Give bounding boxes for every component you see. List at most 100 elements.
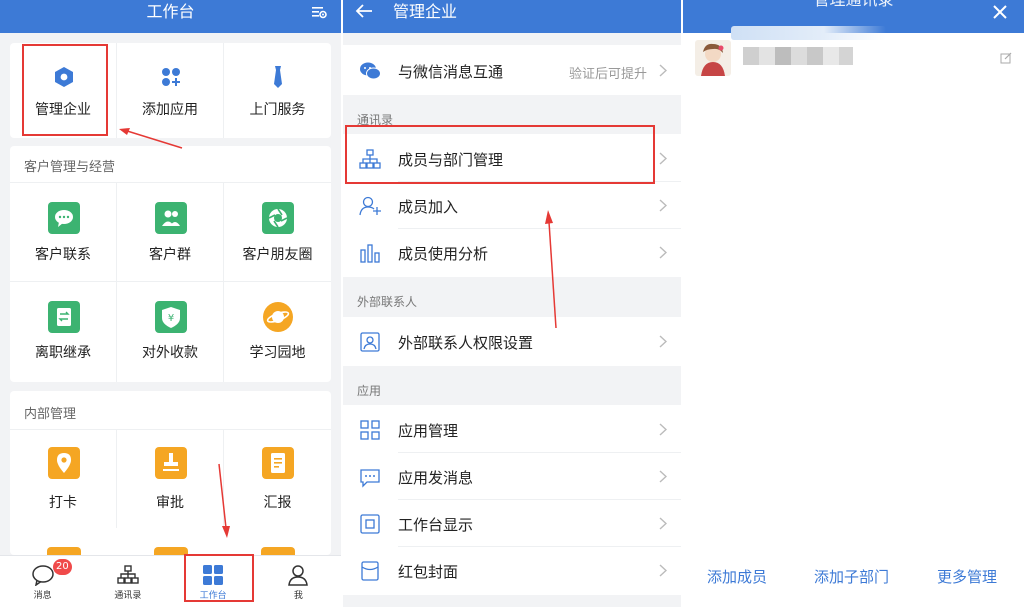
nav-label: 我 xyxy=(293,591,303,601)
red-packet-cover-item[interactable]: 红包封面 xyxy=(343,547,681,594)
org-chart-icon xyxy=(117,565,139,584)
page-title: 管理通讯录 xyxy=(683,0,1024,10)
apps-add-icon xyxy=(162,68,180,86)
settings-icon[interactable] xyxy=(311,4,327,20)
chat-bubble-icon xyxy=(48,202,80,234)
learning-garden-label: 学习园地 xyxy=(249,345,306,361)
blurred-region xyxy=(731,26,886,40)
external-permission-item[interactable]: 外部联系人权限设置 xyxy=(343,318,681,365)
planet-icon xyxy=(263,302,293,332)
partial-app-icon xyxy=(261,547,295,555)
clock-in-label: 打卡 xyxy=(49,495,77,511)
tie-icon xyxy=(274,66,282,88)
partial-app-icon xyxy=(154,547,188,555)
approval-label: 审批 xyxy=(156,495,184,511)
resign-inherit-button[interactable]: 离职继承 xyxy=(10,282,117,382)
item-label: 与微信消息互通 xyxy=(398,63,504,81)
customer-management-card: 客户管理与经营 客户联系 客户群 客户朋友圈 离职继承 ¥ 对外收款 学习园地 xyxy=(10,146,331,382)
svg-text:¥: ¥ xyxy=(168,313,174,324)
highlight-box xyxy=(345,125,655,184)
group-label: 外部联系人 xyxy=(357,295,418,309)
onsite-service-button[interactable]: 上门服务 xyxy=(224,43,331,138)
add-sub-department-button[interactable]: 添加子部门 xyxy=(814,566,889,587)
apps-group: 应用管理 应用发消息 工作台显示 红包封面 xyxy=(343,405,681,595)
member-join-item[interactable]: 成员加入 xyxy=(343,182,681,229)
chevron-right-icon xyxy=(659,470,667,483)
add-app-button[interactable]: 添加应用 xyxy=(117,43,224,138)
highlight-box xyxy=(184,554,254,602)
page-title: 工作台 xyxy=(146,2,195,21)
add-member-button[interactable]: 添加成员 xyxy=(707,566,767,587)
chevron-right-icon xyxy=(659,564,667,577)
stamp-icon xyxy=(155,447,187,479)
person-icon xyxy=(288,565,309,586)
page-title: 管理企业 xyxy=(393,2,458,21)
customer-contact-button[interactable]: 客户联系 xyxy=(10,183,117,281)
customer-moments-button[interactable]: 客户朋友圈 xyxy=(224,183,331,281)
manage-enterprise-panel: 管理企业 与微信消息互通 验证后可提升 通讯录 成员与部门管理 成员加入 成员使… xyxy=(343,0,681,607)
nav-contacts[interactable]: 通讯录 xyxy=(85,556,170,607)
nav-me[interactable]: 我 xyxy=(256,556,341,607)
bar-chart-icon xyxy=(360,244,380,263)
item-label: 应用管理 xyxy=(398,422,459,440)
item-label: 成员使用分析 xyxy=(398,245,489,263)
chevron-right-icon xyxy=(659,246,667,259)
add-app-label: 添加应用 xyxy=(142,102,198,118)
item-label: 工作台显示 xyxy=(398,516,474,534)
customer-group-label: 客户群 xyxy=(149,247,191,263)
manage-contacts-panel: 管理通讯录 添加成员 添加子部门 更多管理 xyxy=(683,0,1024,607)
group-icon xyxy=(155,202,187,234)
workbench-display-item[interactable]: 工作台显示 xyxy=(343,500,681,547)
external-payment-button[interactable]: ¥ 对外收款 xyxy=(117,282,224,382)
section-title: 客户管理与经营 xyxy=(24,160,116,175)
wechat-interop-item[interactable]: 与微信消息互通 验证后可提升 xyxy=(343,47,681,94)
bottom-actions: 添加成员 添加子部门 更多管理 xyxy=(683,566,1024,592)
blurred-name xyxy=(743,47,853,65)
close-icon[interactable] xyxy=(992,4,1008,20)
approval-button[interactable]: 审批 xyxy=(117,430,224,528)
internal-management-card: 内部管理 打卡 审批 汇报 xyxy=(10,391,331,555)
report-doc-icon xyxy=(262,447,294,479)
learning-garden-button[interactable]: 学习园地 xyxy=(224,282,331,382)
message-dots-icon xyxy=(360,469,380,488)
item-hint: 验证后可提升 xyxy=(568,67,647,82)
chevron-right-icon xyxy=(659,152,667,165)
chevron-right-icon xyxy=(659,517,667,530)
workbench-panel: 工作台 管理企业 添加应用 上门服务 客户管理与经营 客户联系 客户群 客户朋友… xyxy=(0,0,341,607)
edit-icon[interactable] xyxy=(1000,52,1012,64)
chevron-right-icon xyxy=(659,423,667,436)
window-icon xyxy=(360,514,380,534)
nav-messages[interactable]: 20 消息 xyxy=(0,556,85,607)
report-label: 汇报 xyxy=(263,495,292,511)
onsite-service-label: 上门服务 xyxy=(249,102,306,118)
section-title: 内部管理 xyxy=(24,407,77,422)
message-icon xyxy=(31,565,54,586)
partial-app-icon xyxy=(47,547,81,555)
nav-label: 消息 xyxy=(33,591,52,601)
app-message-item[interactable]: 应用发消息 xyxy=(343,453,681,500)
add-person-icon xyxy=(359,196,381,216)
chevron-right-icon xyxy=(659,199,667,212)
member-usage-analysis-item[interactable]: 成员使用分析 xyxy=(343,229,681,276)
report-button[interactable]: 汇报 xyxy=(224,430,331,528)
four-squares-icon xyxy=(360,420,380,440)
aperture-icon xyxy=(262,202,294,234)
workbench-header: 工作台 xyxy=(0,0,341,33)
bottom-nav: 20 消息 通讯录 工作台 我 xyxy=(0,555,341,607)
clock-in-button[interactable]: 打卡 xyxy=(10,430,117,528)
back-arrow-icon[interactable] xyxy=(355,3,373,19)
customer-group-button[interactable]: 客户群 xyxy=(117,183,224,281)
more-management-button[interactable]: 更多管理 xyxy=(937,566,997,587)
app-management-item[interactable]: 应用管理 xyxy=(343,406,681,453)
external-group: 外部联系人权限设置 xyxy=(343,317,681,366)
customer-contact-label: 客户联系 xyxy=(35,247,91,263)
avatar[interactable] xyxy=(695,40,731,76)
location-pin-icon xyxy=(48,447,80,479)
unread-badge: 20 xyxy=(53,559,72,575)
highlight-box xyxy=(22,44,108,136)
external-payment-label: 对外收款 xyxy=(142,345,198,361)
item-label: 外部联系人权限设置 xyxy=(398,334,534,352)
transfer-doc-icon xyxy=(48,301,80,333)
item-label: 红包封面 xyxy=(398,563,459,581)
contact-card-icon xyxy=(360,332,380,352)
